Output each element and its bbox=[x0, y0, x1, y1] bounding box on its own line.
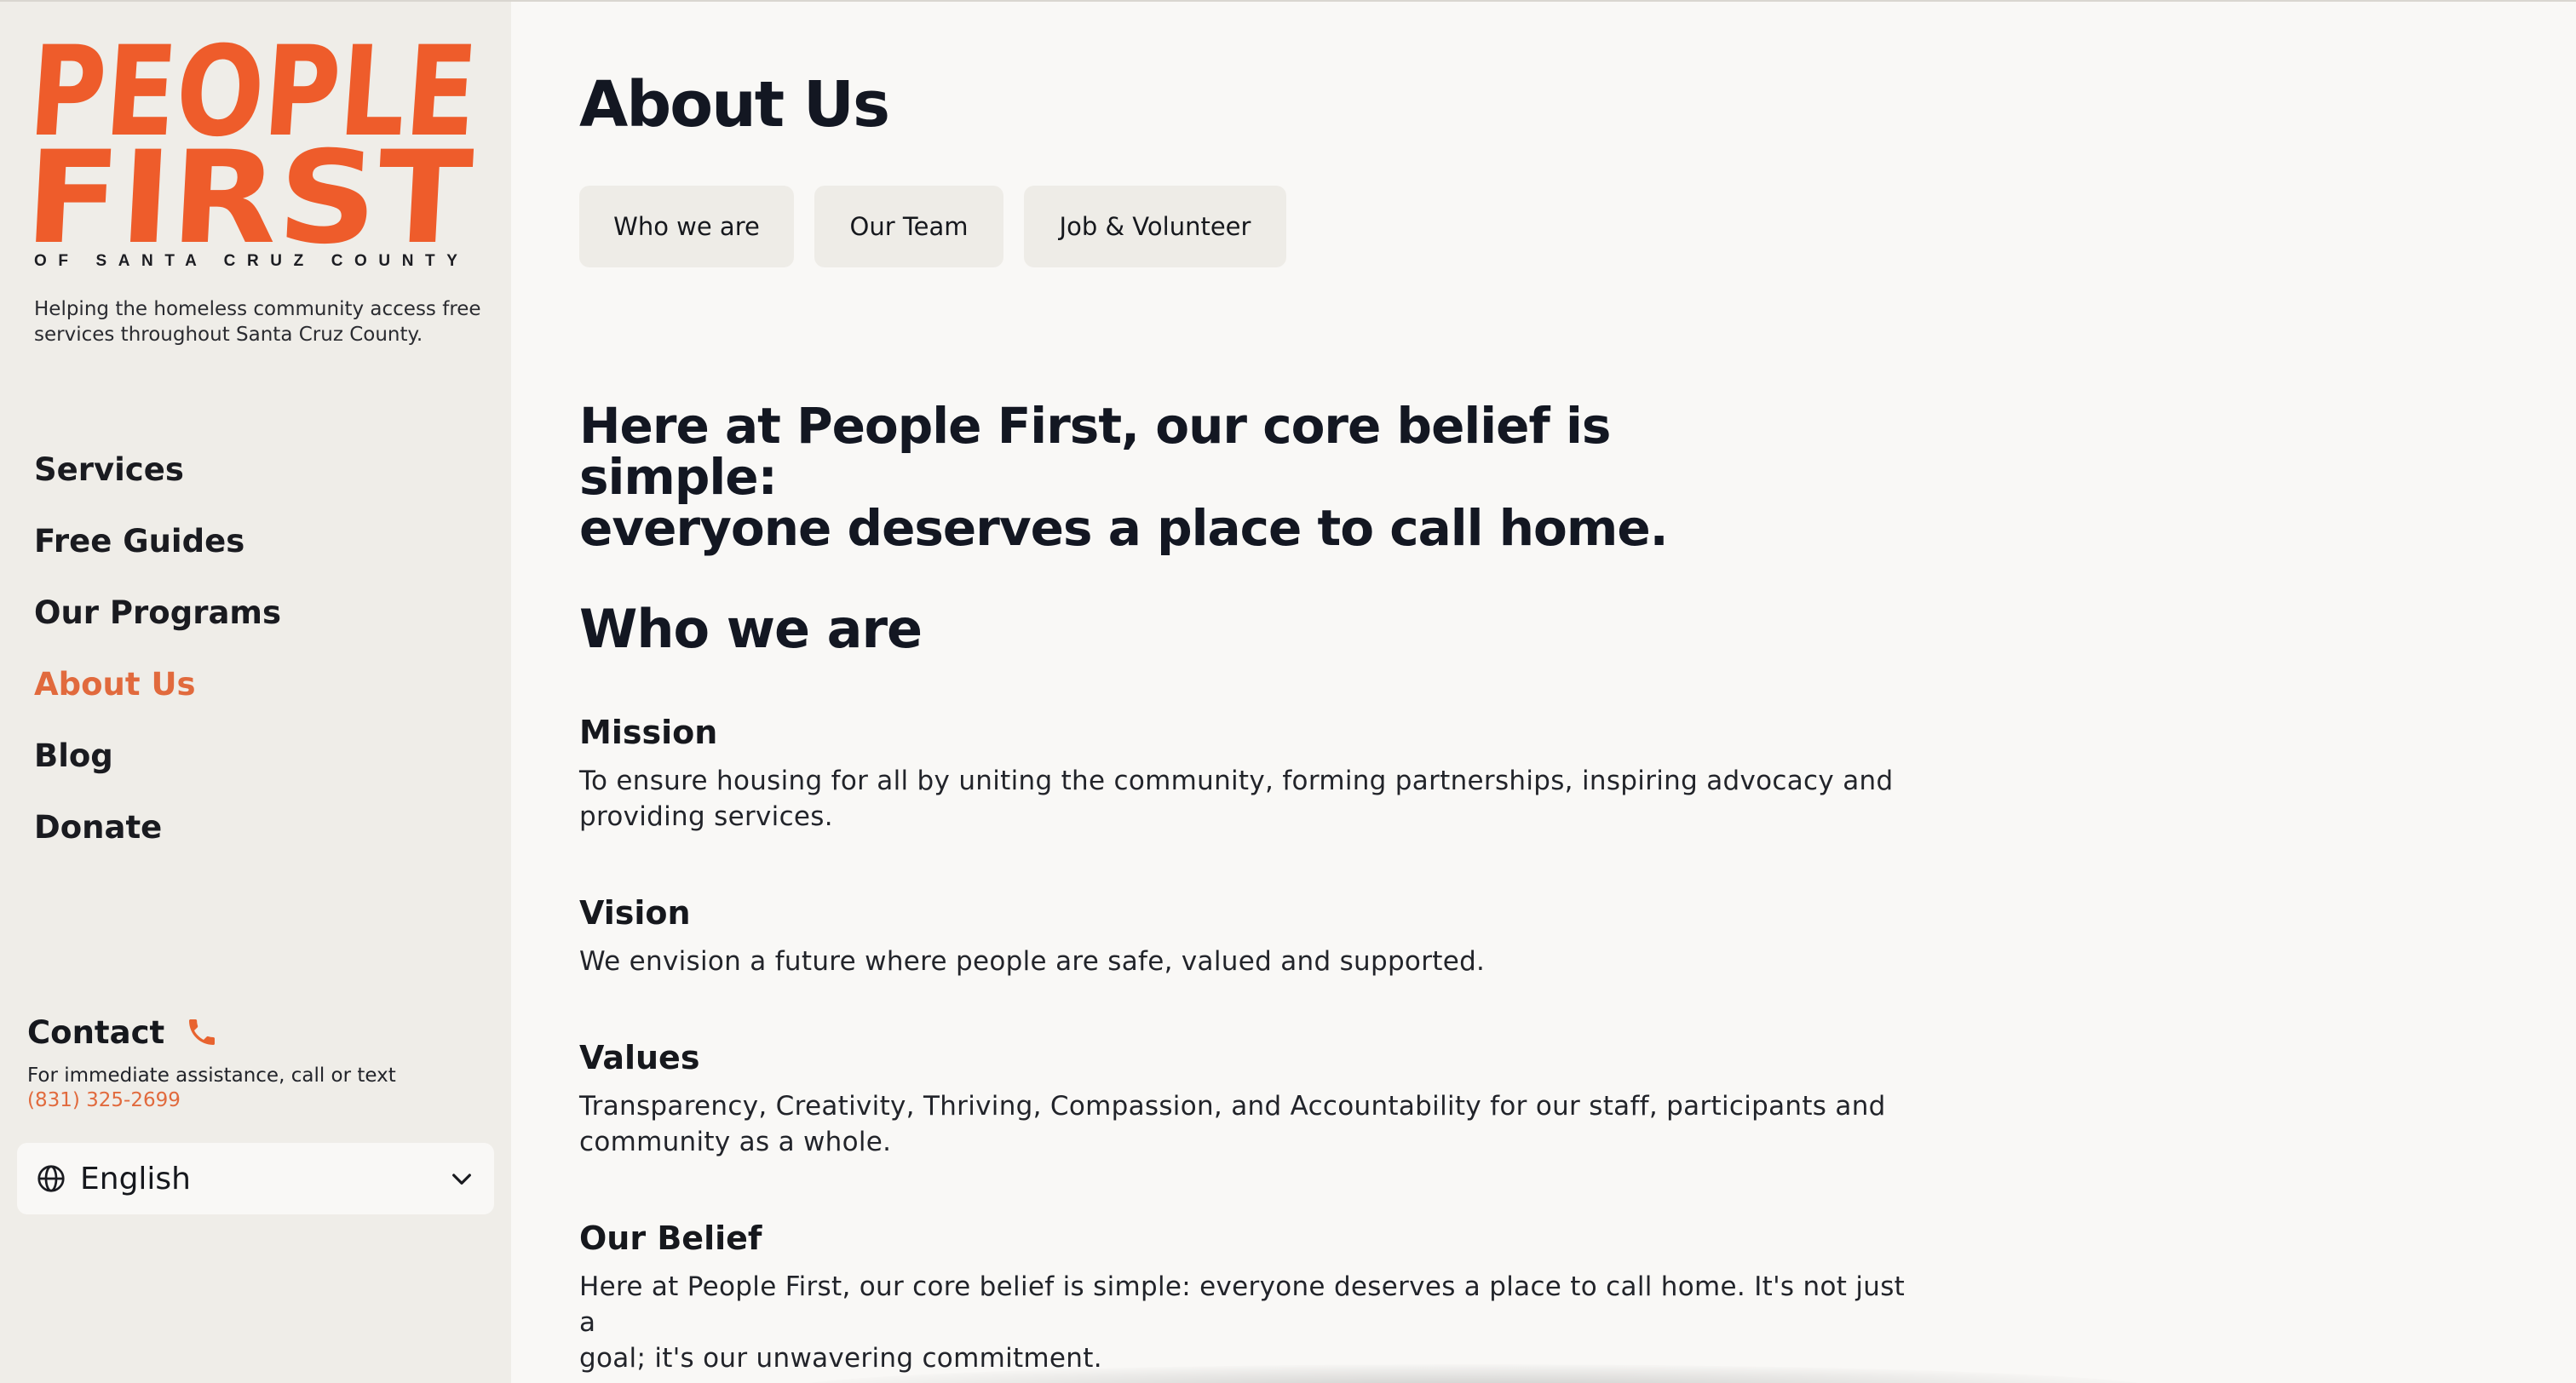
about-tabs: Who we are Our Team Job & Volunteer bbox=[579, 186, 1286, 267]
our-belief-block: Our Belief Here at People First, our cor… bbox=[579, 1218, 1908, 1376]
tab-job-volunteer[interactable]: Job & Volunteer bbox=[1024, 186, 1286, 267]
section-title-who-we-are: Who we are bbox=[579, 598, 923, 660]
contact-title: Contact bbox=[27, 1013, 165, 1051]
values-heading: Values bbox=[579, 1039, 700, 1076]
values-text: Transparency, Creativity, Thriving, Comp… bbox=[579, 1088, 1908, 1160]
mission-text: To ensure housing for all by uniting the… bbox=[579, 763, 1908, 835]
our-belief-text-line-1: Here at People First, our core belief is… bbox=[579, 1271, 1906, 1338]
tab-our-team[interactable]: Our Team bbox=[814, 186, 1003, 267]
nav-item-about-us[interactable]: About Us bbox=[34, 657, 281, 729]
nav-item-free-guides[interactable]: Free Guides bbox=[34, 514, 281, 586]
language-select[interactable]: English bbox=[17, 1143, 494, 1214]
phone-icon[interactable] bbox=[185, 1015, 219, 1049]
contact-section: Contact For immediate assistance, call o… bbox=[27, 1007, 504, 1112]
globe-icon bbox=[36, 1163, 66, 1194]
logo-subline: OF SANTA CRUZ COUNTY bbox=[34, 252, 480, 271]
page-title: About Us bbox=[579, 68, 890, 141]
our-belief-text: Here at People First, our core belief is… bbox=[579, 1269, 1908, 1376]
nav-item-donate[interactable]: Donate bbox=[34, 801, 281, 872]
nav-item-services[interactable]: Services bbox=[34, 443, 281, 514]
vision-text-line-1: We envision a future where people are sa… bbox=[579, 946, 1486, 977]
lede-line-1: Here at People First, our core belief is… bbox=[579, 397, 1611, 506]
mission-text-line-2: providing services. bbox=[579, 801, 833, 832]
sidebar: PEOPLE FIRST OF SANTA CRUZ COUNTY Helpin… bbox=[0, 2, 511, 1383]
vision-block: Vision We envision a future where people… bbox=[579, 892, 1908, 979]
mission-heading: Mission bbox=[579, 714, 718, 751]
tab-who-we-are[interactable]: Who we are bbox=[579, 186, 794, 267]
browser-viewport: PEOPLE FIRST OF SANTA CRUZ COUNTY Helpin… bbox=[0, 0, 2576, 1383]
people-first-logo[interactable]: PEOPLE FIRST OF SANTA CRUZ COUNTY bbox=[34, 34, 480, 271]
logo-subline-text: OF SANTA CRUZ COUNTY bbox=[34, 252, 469, 270]
values-block: Values Transparency, Creativity, Thrivin… bbox=[579, 1037, 1908, 1160]
site-tagline: Helping the homeless community access fr… bbox=[34, 298, 481, 346]
contact-phone-link[interactable]: (831) 325-2699 bbox=[27, 1089, 181, 1111]
mission-text-line-1: To ensure housing for all by uniting the… bbox=[579, 766, 1894, 796]
values-text-line-1: Transparency, Creativity, Thriving, Comp… bbox=[579, 1091, 1886, 1122]
core-belief-lede: Here at People First, our core belief is… bbox=[579, 400, 1772, 554]
our-belief-text-line-2: goal; it's our unwavering commitment. bbox=[579, 1343, 1102, 1374]
chevron-down-icon bbox=[448, 1165, 475, 1192]
contact-header: Contact bbox=[27, 1007, 504, 1058]
nav-item-our-programs[interactable]: Our Programs bbox=[34, 586, 281, 657]
lede-line-2: everyone deserves a place to call home. bbox=[579, 499, 1669, 557]
vision-heading: Vision bbox=[579, 894, 691, 932]
our-belief-heading: Our Belief bbox=[579, 1219, 762, 1257]
main-nav: Services Free Guides Our Programs About … bbox=[34, 443, 281, 872]
values-text-line-2: community as a whole. bbox=[579, 1127, 892, 1157]
vision-text: We envision a future where people are sa… bbox=[579, 944, 1908, 979]
nav-item-blog[interactable]: Blog bbox=[34, 729, 281, 801]
language-value: English bbox=[80, 1161, 191, 1196]
mission-block: Mission To ensure housing for all by uni… bbox=[579, 712, 1908, 835]
logo-line-2: FIRST bbox=[34, 124, 475, 247]
main-content: About Us Who we are Our Team Job & Volun… bbox=[579, 2, 2539, 1383]
contact-note: For immediate assistance, call or text bbox=[27, 1065, 396, 1087]
logo-wordmark: PEOPLE FIRST bbox=[34, 34, 480, 247]
